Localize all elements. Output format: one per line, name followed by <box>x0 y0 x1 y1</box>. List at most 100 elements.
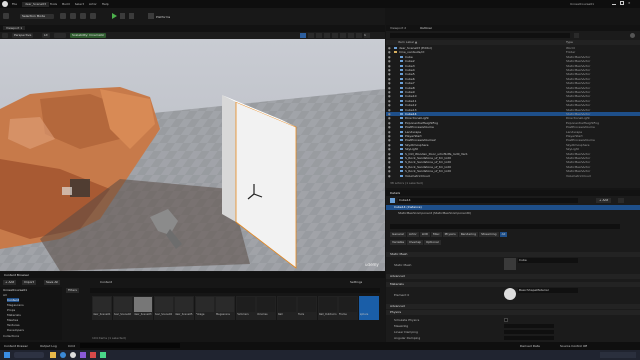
visibility-eye-icon[interactable]: ● <box>388 147 391 151</box>
asset-tile[interactable]: Wall_Outdoors <box>317 296 338 320</box>
viewport-menu-icon[interactable] <box>2 33 8 38</box>
component-root-row[interactable]: Cube14 (Instance) <box>386 205 640 210</box>
start-icon[interactable] <box>4 352 10 358</box>
visibility-eye-icon[interactable]: ● <box>388 143 391 147</box>
tree-item[interactable]: Textures <box>7 323 20 327</box>
material-dropdown[interactable]: BasicShapeMaterial <box>518 288 578 293</box>
mass-field[interactable] <box>504 324 554 328</box>
blueprint-button[interactable] <box>618 198 624 203</box>
save-icon[interactable] <box>3 13 9 19</box>
linear-damping-field[interactable] <box>504 330 554 334</box>
visibility-eye-icon[interactable]: ● <box>388 103 391 107</box>
section-advanced-2[interactable]: Advanced <box>386 304 640 309</box>
visibility-eye-icon[interactable]: ● <box>388 116 391 120</box>
asset-tile[interactable]: Hammers <box>235 296 256 320</box>
asset-tile[interactable]: Frame <box>338 296 358 320</box>
details-search-input[interactable] <box>390 224 620 229</box>
step-icon[interactable] <box>120 13 125 19</box>
visibility-eye-icon[interactable]: ● <box>388 77 391 81</box>
outliner-row[interactable]: ● SkyAtmosphere SkyAtmosphere <box>386 143 640 147</box>
visibility-eye-icon[interactable]: ● <box>388 134 391 138</box>
visibility-eye-icon[interactable]: ● <box>388 59 391 63</box>
outliner-row[interactable]: ● Cube8 StaticMeshActor <box>386 86 640 90</box>
outliner-row[interactable]: ● Cube10 StaticMeshActor <box>386 94 640 98</box>
filter-tab-all[interactable]: All <box>499 232 508 237</box>
visibility-eye-icon[interactable]: ● <box>388 112 391 116</box>
filter-tab-general[interactable]: General <box>390 232 406 237</box>
outliner-row[interactable]: ● Cine_vantauts/nt Folder <box>386 50 640 54</box>
static-mesh-thumbnail[interactable] <box>504 258 516 270</box>
asset-tile[interactable]: Foliage <box>194 296 215 320</box>
asset-tile[interactable]: Tools <box>297 296 317 320</box>
visibility-eye-icon[interactable]: ● <box>388 81 391 85</box>
window-controls[interactable]: ✕ <box>612 1 638 6</box>
outliner-row[interactable]: ● S_Rock_Sandstone_uf_tm_lod0 StaticMeshAc… <box>386 165 640 169</box>
outliner-row[interactable]: ● Cube13 StaticMeshActor <box>386 108 640 112</box>
outliner-row[interactable]: ● Cube6 StaticMeshActor <box>386 77 640 81</box>
tab-viewport-2[interactable]: Viewport 2 <box>390 26 406 30</box>
cmd-button[interactable]: Cmd <box>68 344 75 348</box>
asset-tile[interactable]: Sphere <box>358 296 379 320</box>
visibility-eye-icon[interactable]: ● <box>388 108 391 112</box>
platforms-button[interactable]: Platforms <box>156 15 170 19</box>
asset-tile[interactable]: Volumes <box>256 296 276 320</box>
menu-item-select[interactable]: Select <box>75 2 84 6</box>
cb-save-all-button[interactable]: Save All <box>44 280 61 285</box>
angular-damping-field[interactable] <box>504 336 554 340</box>
platforms-icon[interactable] <box>148 13 154 19</box>
visibility-eye-icon[interactable]: ● <box>388 50 391 54</box>
filter-icon[interactable] <box>574 33 579 38</box>
visibility-eye-icon[interactable]: ● <box>388 55 391 59</box>
visibility-eye-icon[interactable]: ● <box>388 86 391 90</box>
selection-mode-button[interactable]: Selection Mode <box>20 14 54 19</box>
filter-tab-misc[interactable]: Misc <box>430 232 442 237</box>
outliner-row[interactable]: ● Cube StaticMeshActor <box>386 55 640 59</box>
visibility-eye-icon[interactable]: ● <box>388 152 391 156</box>
menu-item-help[interactable]: Help <box>102 2 109 6</box>
material-thumbnail[interactable] <box>504 288 516 300</box>
visibility-eye-icon[interactable]: ● <box>388 121 391 125</box>
asset-tile[interactable]: desr_Scene03 <box>133 296 153 320</box>
outliner-row[interactable]: ● S_Rock_Sandstone_uf_tm_lod0 StaticMeshAc… <box>386 156 640 160</box>
visibility-eye-icon[interactable]: ● <box>388 68 391 72</box>
cb-filters-button[interactable]: Filters <box>66 288 79 293</box>
outliner-row[interactable]: ● Cube7 StaticMeshActor <box>386 81 640 85</box>
world-icon[interactable] <box>332 33 338 38</box>
viewport-tab[interactable]: Viewport 1 <box>3 26 26 30</box>
settings-gear-icon[interactable] <box>630 33 635 38</box>
outliner-row[interactable]: ● Cube12 StaticMeshActor <box>386 103 640 107</box>
outliner-row[interactable]: ● DirectionalLight DirectionalLight <box>386 116 640 120</box>
cb-search-input[interactable] <box>90 288 380 293</box>
visibility-eye-icon[interactable]: ● <box>388 160 391 164</box>
cb-settings-button[interactable]: Settings <box>350 280 362 284</box>
outliner-row[interactable]: ● S_Rock_Sandstone_uf_tm_lod0 StaticMeshAc… <box>386 160 640 164</box>
explorer-icon[interactable] <box>50 352 56 358</box>
add-component-button[interactable]: + Add <box>596 198 612 203</box>
minimize-icon[interactable] <box>612 4 616 5</box>
show-button[interactable] <box>54 33 66 38</box>
menu-item-actor[interactable]: Actor <box>89 2 97 6</box>
camera-speed[interactable]: 1 <box>364 33 370 38</box>
section-materials[interactable]: Materials <box>386 282 640 287</box>
col-type[interactable]: Type <box>566 40 573 44</box>
outliner-row[interactable]: ● Cube9 StaticMeshActor <box>386 90 640 94</box>
visibility-eye-icon[interactable]: ● <box>388 94 391 98</box>
outliner-row[interactable]: ● S_Rock_Sandstone_uf_tm_lod0 StaticMeshAc… <box>386 169 640 173</box>
tree-item[interactable]: Megascans <box>7 303 24 307</box>
tree-root[interactable]: UnrealCourse01 <box>3 288 27 292</box>
outliner-row[interactable]: ● desr_Scene03 (Editor) World <box>386 46 640 50</box>
angle-snap-icon[interactable] <box>348 33 354 38</box>
stop-icon[interactable] <box>129 13 134 19</box>
unreal-taskbar-icon[interactable] <box>70 352 76 358</box>
visibility-eye-icon[interactable]: ● <box>388 99 391 103</box>
tree-collections[interactable]: Collections <box>3 334 19 338</box>
content-drawer-button[interactable]: Content Drawer <box>4 344 28 348</box>
outliner-row[interactable]: ● Cube11 StaticMeshActor <box>386 99 640 103</box>
filter-tab-rendering[interactable]: Rendering <box>458 232 479 237</box>
col-item-label[interactable]: Item Label ▲ <box>398 40 417 44</box>
outliner-row[interactable]: ● Cube14 StaticMeshActor <box>386 112 640 116</box>
cb-path-breadcrumb[interactable]: Content <box>100 280 112 284</box>
filter-tab-actor[interactable]: Actor <box>406 232 419 237</box>
select-icon[interactable] <box>300 33 306 38</box>
section-physics[interactable]: Physics <box>386 310 640 315</box>
